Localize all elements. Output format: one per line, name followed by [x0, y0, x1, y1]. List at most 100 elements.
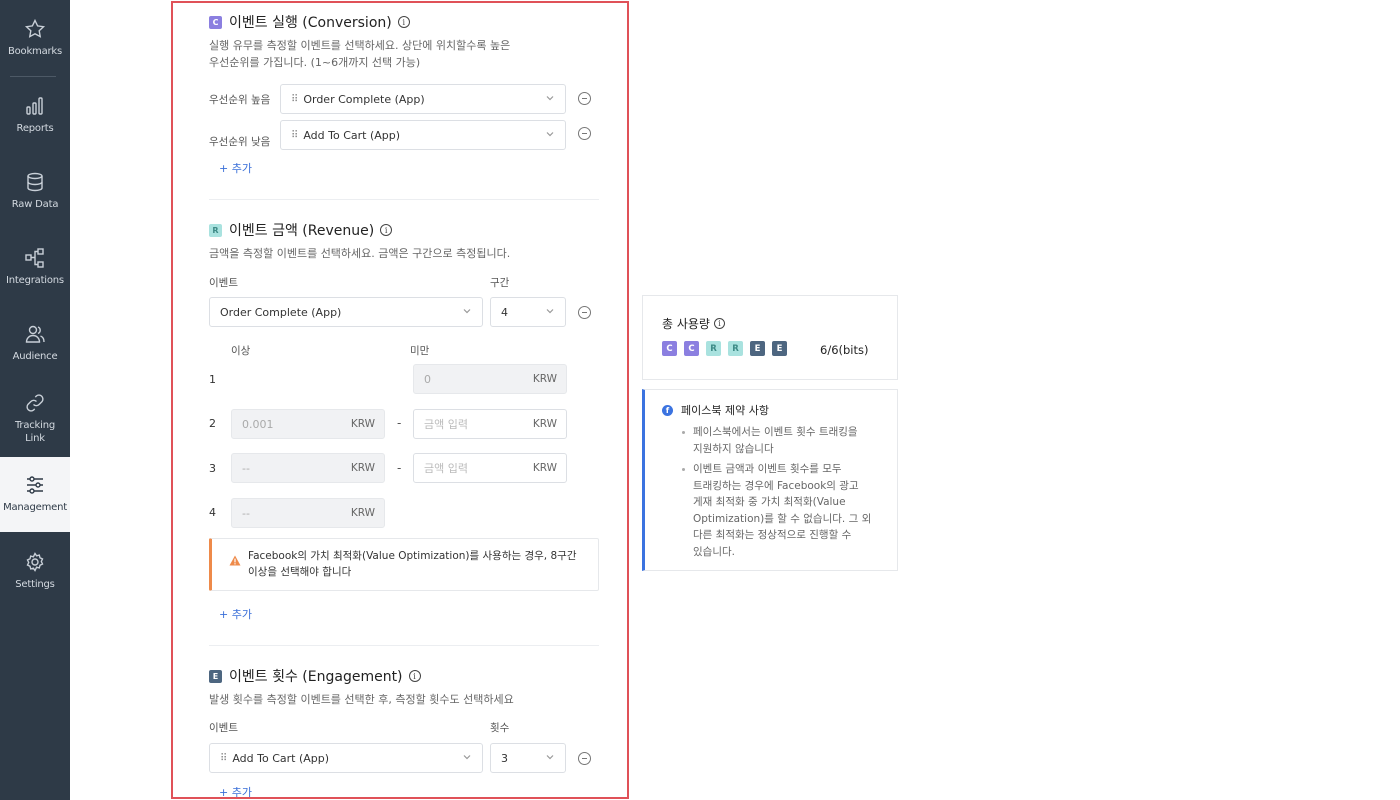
input-value: --: [242, 506, 250, 520]
conversion-event-select[interactable]: ⠿ Order Complete (App): [280, 84, 566, 114]
engagement-count-label: 횟수: [490, 722, 510, 734]
add-conversion-button[interactable]: + 추가: [219, 160, 252, 176]
conversion-description: 실행 유무를 측정할 이벤트를 선택하세요. 상단에 위치할수록 높은 우선순위…: [209, 37, 510, 71]
revenue-badge: R: [209, 223, 222, 237]
info-icon[interactable]: i: [397, 16, 410, 28]
sidebar-item-bookmarks[interactable]: Bookmarks: [0, 18, 70, 62]
section-divider: [209, 645, 599, 646]
engagement-badge: E: [209, 669, 222, 683]
input-value: 0.001: [242, 417, 274, 431]
revenue-bucket-select[interactable]: 4: [490, 297, 566, 327]
sidebar-item-integrations[interactable]: Integrations: [0, 247, 70, 291]
chevron-down-icon: [462, 752, 472, 762]
sidebar-item-label: Raw Data: [11, 199, 59, 210]
usage-card: 총 사용량 i C C R R E E 6/6(bits): [642, 295, 898, 380]
sidebar-item-label: Tracking Link: [14, 420, 56, 444]
warning-icon: [229, 551, 241, 566]
sidebar-item-tracking-link[interactable]: Tracking Link: [0, 392, 70, 448]
range-dash: -: [397, 461, 402, 475]
engagement-event-select[interactable]: ⠿ Add To Cart (App): [209, 743, 483, 773]
range-number: 3: [209, 462, 216, 475]
conversion-event-select[interactable]: ⠿ Add To Cart (App): [280, 120, 566, 150]
list-item: 페이스북에서는 이벤트 횟수 트래킹을 지원하지 않습니다: [681, 424, 881, 457]
select-value: Order Complete (App): [303, 92, 425, 106]
bit-badge: R: [706, 341, 721, 356]
currency-unit: KRW: [532, 462, 557, 474]
sidebar-item-label: Integrations: [6, 275, 64, 286]
input-placeholder: 금액 입력: [424, 418, 468, 431]
remove-button[interactable]: [578, 306, 591, 319]
range-max-input: 0 KRW: [413, 364, 567, 394]
bit-badge: R: [728, 341, 743, 356]
sidebar-item-management[interactable]: Management: [0, 457, 70, 532]
range-number: 2: [209, 417, 216, 430]
bit-badge: E: [772, 341, 787, 356]
facebook-notes: 페이스북에서는 이벤트 횟수 트래킹을 지원하지 않습니다 이벤트 금액과 이벤…: [681, 424, 881, 564]
engagement-title: 이벤트 횟수 (Engagement): [229, 669, 403, 685]
chevron-down-icon: [545, 129, 555, 139]
link-icon: [24, 392, 46, 414]
revenue-section-title: R 이벤트 금액 (Revenue) i: [209, 220, 393, 240]
currency-unit: KRW: [350, 418, 375, 430]
select-value: 4: [501, 305, 508, 319]
warning-text: Facebook의 가치 최적화(Value Optimization)를 사용…: [248, 548, 576, 580]
chevron-down-icon: [462, 306, 472, 316]
add-revenue-button[interactable]: + 추가: [219, 606, 252, 622]
sidebar-item-label: Management: [3, 502, 67, 513]
input-value: --: [242, 461, 250, 475]
info-icon[interactable]: i: [380, 224, 393, 236]
remove-button[interactable]: [578, 127, 591, 140]
warning-line1: Facebook의 가치 최적화(Value Optimization)를 사용…: [248, 550, 577, 562]
warning-callout: Facebook의 가치 최적화(Value Optimization)를 사용…: [209, 538, 599, 591]
revenue-bucket-label: 구간: [490, 277, 510, 289]
range-min-input: -- KRW: [231, 498, 385, 528]
usage-title: 총 사용량 i: [662, 315, 725, 332]
sidebar-divider: [10, 76, 56, 77]
facebook-icon: f: [662, 404, 673, 416]
bit-badge: E: [750, 341, 765, 356]
sidebar: Bookmarks Reports Raw Data Integrations …: [0, 0, 70, 800]
range-min-input: -- KRW: [231, 453, 385, 483]
select-value: Order Complete (App): [220, 305, 342, 319]
drag-handle-icon[interactable]: ⠿: [291, 130, 298, 141]
sidebar-item-label: Bookmarks: [7, 46, 63, 57]
sliders-icon: [24, 474, 46, 496]
currency-unit: KRW: [532, 418, 557, 430]
sidebar-item-settings[interactable]: Settings: [0, 551, 70, 595]
usage-title-text: 총 사용량: [662, 317, 710, 331]
sidebar-item-audience[interactable]: Audience: [0, 323, 70, 367]
range-max-input[interactable]: 금액 입력 KRW: [413, 453, 567, 483]
info-icon[interactable]: i: [408, 670, 421, 682]
facebook-title: f 페이스북 제약 사항: [662, 402, 769, 418]
currency-unit: KRW: [350, 462, 375, 474]
sidebar-item-label: Reports: [16, 123, 54, 134]
select-value: Add To Cart (App): [232, 751, 330, 765]
database-icon: [24, 171, 46, 193]
conversion-desc-line2: 우선순위를 가집니다. (1~6개까지 선택 가능): [209, 56, 421, 69]
remove-button[interactable]: [578, 92, 591, 105]
bar-chart-icon: [24, 95, 46, 117]
engagement-description: 발생 횟수를 측정할 이벤트를 선택한 후, 측정할 횟수도 선택하세요: [209, 693, 514, 706]
engagement-count-select[interactable]: 3: [490, 743, 566, 773]
sidebar-item-raw-data[interactable]: Raw Data: [0, 171, 70, 215]
warning-line2: 이상을 선택해야 합니다: [248, 566, 352, 578]
gear-icon: [24, 551, 46, 573]
remove-button[interactable]: [578, 752, 591, 765]
range-max-input[interactable]: 금액 입력 KRW: [413, 409, 567, 439]
conversion-section-title: C 이벤트 실행 (Conversion) i: [209, 12, 410, 32]
chevron-down-icon: [545, 752, 555, 762]
add-engagement-button[interactable]: + 추가: [219, 784, 252, 797]
info-icon[interactable]: i: [713, 318, 725, 329]
currency-unit: KRW: [532, 373, 557, 385]
chevron-down-icon: [545, 306, 555, 316]
range-min-label: 이상: [231, 345, 251, 357]
revenue-event-select[interactable]: Order Complete (App): [209, 297, 483, 327]
drag-handle-icon[interactable]: ⠿: [291, 94, 298, 105]
range-min-input: 0.001 KRW: [231, 409, 385, 439]
users-icon: [24, 323, 46, 345]
chevron-down-icon: [545, 93, 555, 103]
priority-low-label: 우선순위 낮음: [209, 136, 271, 148]
sidebar-item-reports[interactable]: Reports: [0, 95, 70, 139]
range-dash: -: [397, 416, 402, 430]
drag-handle-icon[interactable]: ⠿: [220, 753, 227, 764]
